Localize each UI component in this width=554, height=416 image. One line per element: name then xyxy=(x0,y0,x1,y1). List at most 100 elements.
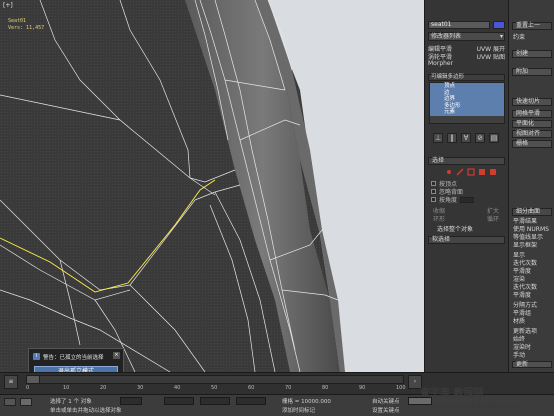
stack-item-polygon[interactable]: 多边形 xyxy=(430,102,504,110)
warning-title: 警告：已孤立的当前选择 xyxy=(43,355,104,361)
timeline-tick: 50 xyxy=(211,385,218,391)
display-group-label: 显示 xyxy=(513,252,526,259)
selection-rollout-header[interactable]: 选择 xyxy=(428,157,505,165)
timeline-tick: 60 xyxy=(248,385,255,391)
modifier-row-3: Morpher xyxy=(428,59,505,67)
by-vertex-checkbox[interactable]: 按顶点 xyxy=(431,180,501,188)
by-angle-checkbox[interactable]: 按角度 xyxy=(431,196,501,204)
update-manual-radio[interactable]: 手动 xyxy=(513,352,525,359)
time-slider-track[interactable] xyxy=(26,375,404,384)
selection-status-text: 选择了 1 个 对象 xyxy=(50,399,92,405)
object-name-field[interactable]: seat01 xyxy=(428,21,490,29)
modifier-list-dropdown[interactable]: 修改器列表 xyxy=(428,32,505,41)
quickslice-button[interactable]: 快速切片 xyxy=(512,98,552,106)
separate-by-label: 分隔方式 xyxy=(513,302,538,309)
timeline-tick: 100 xyxy=(396,385,406,391)
ring-loop-row: 环形 循环 xyxy=(433,214,499,223)
configure-sets-icon[interactable]: ▤ xyxy=(489,133,499,143)
subdivision-surface-rollout[interactable]: 细分曲面 xyxy=(512,208,552,216)
display-smoothness-spinner[interactable]: 平滑度 xyxy=(513,268,531,275)
stack-item-vertex[interactable]: 顶点 xyxy=(430,83,504,90)
by-angle-label: 按角度 xyxy=(439,197,458,204)
stack-toolbar: ⊥ ‖ ∀ ⊘ ▤ xyxy=(433,133,505,144)
prompt-line-text: 单击或单击并拖动以选择对象 xyxy=(50,408,122,414)
element-mode-icon[interactable] xyxy=(489,168,497,176)
display-iterations-spinner[interactable]: 迭代次数 xyxy=(513,260,537,267)
time-slider-handle[interactable] xyxy=(26,375,40,384)
coord-y-box[interactable] xyxy=(200,397,230,405)
repeat-last-button[interactable]: 重置上一 xyxy=(512,22,552,30)
checkbox-box xyxy=(431,181,436,186)
info-icon: i xyxy=(33,353,40,360)
grid-size-text: 栅格 = 10000.000 xyxy=(282,399,331,405)
view-align-button[interactable]: 视图对齐 xyxy=(512,130,552,138)
viewport-label[interactable]: [+] xyxy=(3,2,13,9)
separate-material-checkbox[interactable]: 材质 xyxy=(513,318,525,325)
timeline-tick: 20 xyxy=(100,385,107,391)
use-nurms-checkbox[interactable]: 使用 NURMS xyxy=(513,226,549,233)
meshsmooth-button[interactable]: 网格平滑 xyxy=(512,110,552,118)
make-unique-icon[interactable]: ∀ xyxy=(461,133,471,143)
isoline-display-checkbox[interactable]: 等值线显示 xyxy=(513,234,543,241)
smooth-result-checkbox[interactable]: 平滑结果 xyxy=(513,218,537,225)
planar-button[interactable]: 平面化 xyxy=(512,120,552,128)
viewport[interactable]: [+] Seat01 Vers: 11,457 xyxy=(0,0,424,372)
modifier-btn-morpher[interactable]: Morpher xyxy=(428,60,453,67)
stats-name: Seat01 xyxy=(8,18,27,24)
edge-mode-icon[interactable] xyxy=(456,168,464,176)
lock-selection-box[interactable] xyxy=(120,397,142,405)
coord-x-box[interactable] xyxy=(164,397,194,405)
selection-info-text: 选择整个对象 xyxy=(437,225,474,233)
render-smoothness-spinner[interactable]: 平滑度 xyxy=(513,292,531,299)
show-end-result-icon[interactable]: ‖ xyxy=(447,133,457,143)
timeline-tick: 0 xyxy=(26,385,30,391)
viewport-stats: Seat01 Vers: 11,457 xyxy=(8,18,44,32)
stack-item-edge[interactable]: 边 xyxy=(430,89,504,97)
close-icon[interactable]: × xyxy=(113,352,120,359)
command-panel: seat01 修改器列表 编辑平滑 UVW 展开 涡轮平滑 UVW 贴图 Mor… xyxy=(424,0,508,372)
vertex-mode-icon[interactable] xyxy=(445,168,453,176)
modifier-stack[interactable]: 顶点 边 边界 多边形 元素 xyxy=(429,82,505,124)
create-button[interactable]: 创建 xyxy=(512,50,552,58)
object-color-swatch[interactable] xyxy=(493,21,505,29)
auto-key-button[interactable]: 自动关键点 xyxy=(372,397,400,405)
loop-button[interactable]: 循环 xyxy=(487,214,499,223)
remove-modifier-icon[interactable]: ⊘ xyxy=(475,133,485,143)
timeline-tick: 10 xyxy=(63,385,70,391)
subobject-icons xyxy=(445,168,497,176)
update-always-radio[interactable]: 始终 xyxy=(513,336,525,343)
by-angle-spinner[interactable] xyxy=(460,196,475,203)
maxscript-listener-icon[interactable] xyxy=(4,398,16,406)
timeline-tick: 80 xyxy=(322,385,329,391)
selection-info: 选择整个对象 xyxy=(437,224,497,233)
ignore-backfacing-checkbox[interactable]: 忽略背面 xyxy=(431,188,501,196)
grid-align-button[interactable]: 栅格 xyxy=(512,140,552,148)
stack-item-border[interactable]: 边界 xyxy=(430,96,504,103)
watermark-url: jiaocheng.chazidian.com xyxy=(432,402,519,410)
timeline-ruler: 0 10 20 30 40 50 60 70 80 90 100 xyxy=(26,385,406,394)
attach-button[interactable]: 附加 xyxy=(512,68,552,76)
add-time-tag-button[interactable]: 添加时间标记 xyxy=(282,406,315,414)
set-key-button[interactable]: 设置关键点 xyxy=(372,406,400,414)
coord-z-box[interactable] xyxy=(236,397,266,405)
show-cage-checkbox[interactable]: 显示框架 xyxy=(513,242,537,249)
modifier-stack-title[interactable]: 可编辑多边形 xyxy=(428,74,505,81)
update-options-label: 更新选项 xyxy=(513,328,538,335)
pin-stack-icon[interactable]: ⊥ xyxy=(433,133,443,143)
constraints-label: 约束 xyxy=(513,34,526,41)
separate-smoothing-checkbox[interactable]: 平滑组 xyxy=(513,310,531,317)
checkbox-box xyxy=(431,197,436,202)
border-mode-icon[interactable] xyxy=(467,168,475,176)
script-mini-icon[interactable] xyxy=(20,398,32,406)
ring-button[interactable]: 环形 xyxy=(433,214,445,223)
watermark-brand: 查字典 教程网 xyxy=(420,388,484,399)
stack-item-element[interactable]: 元素 xyxy=(430,109,504,116)
update-button[interactable]: 更新 xyxy=(512,361,552,368)
polygon-mode-icon[interactable] xyxy=(478,168,486,176)
timeline-tick: 70 xyxy=(285,385,292,391)
timeline-menu-icon[interactable]: ≡ xyxy=(4,375,18,389)
mesh-wireframe xyxy=(0,0,345,372)
update-render-radio[interactable]: 渲染时 xyxy=(513,344,531,351)
render-iterations-spinner[interactable]: 迭代次数 xyxy=(513,284,537,291)
soft-selection-rollout-header[interactable]: 软选择 xyxy=(428,236,505,244)
